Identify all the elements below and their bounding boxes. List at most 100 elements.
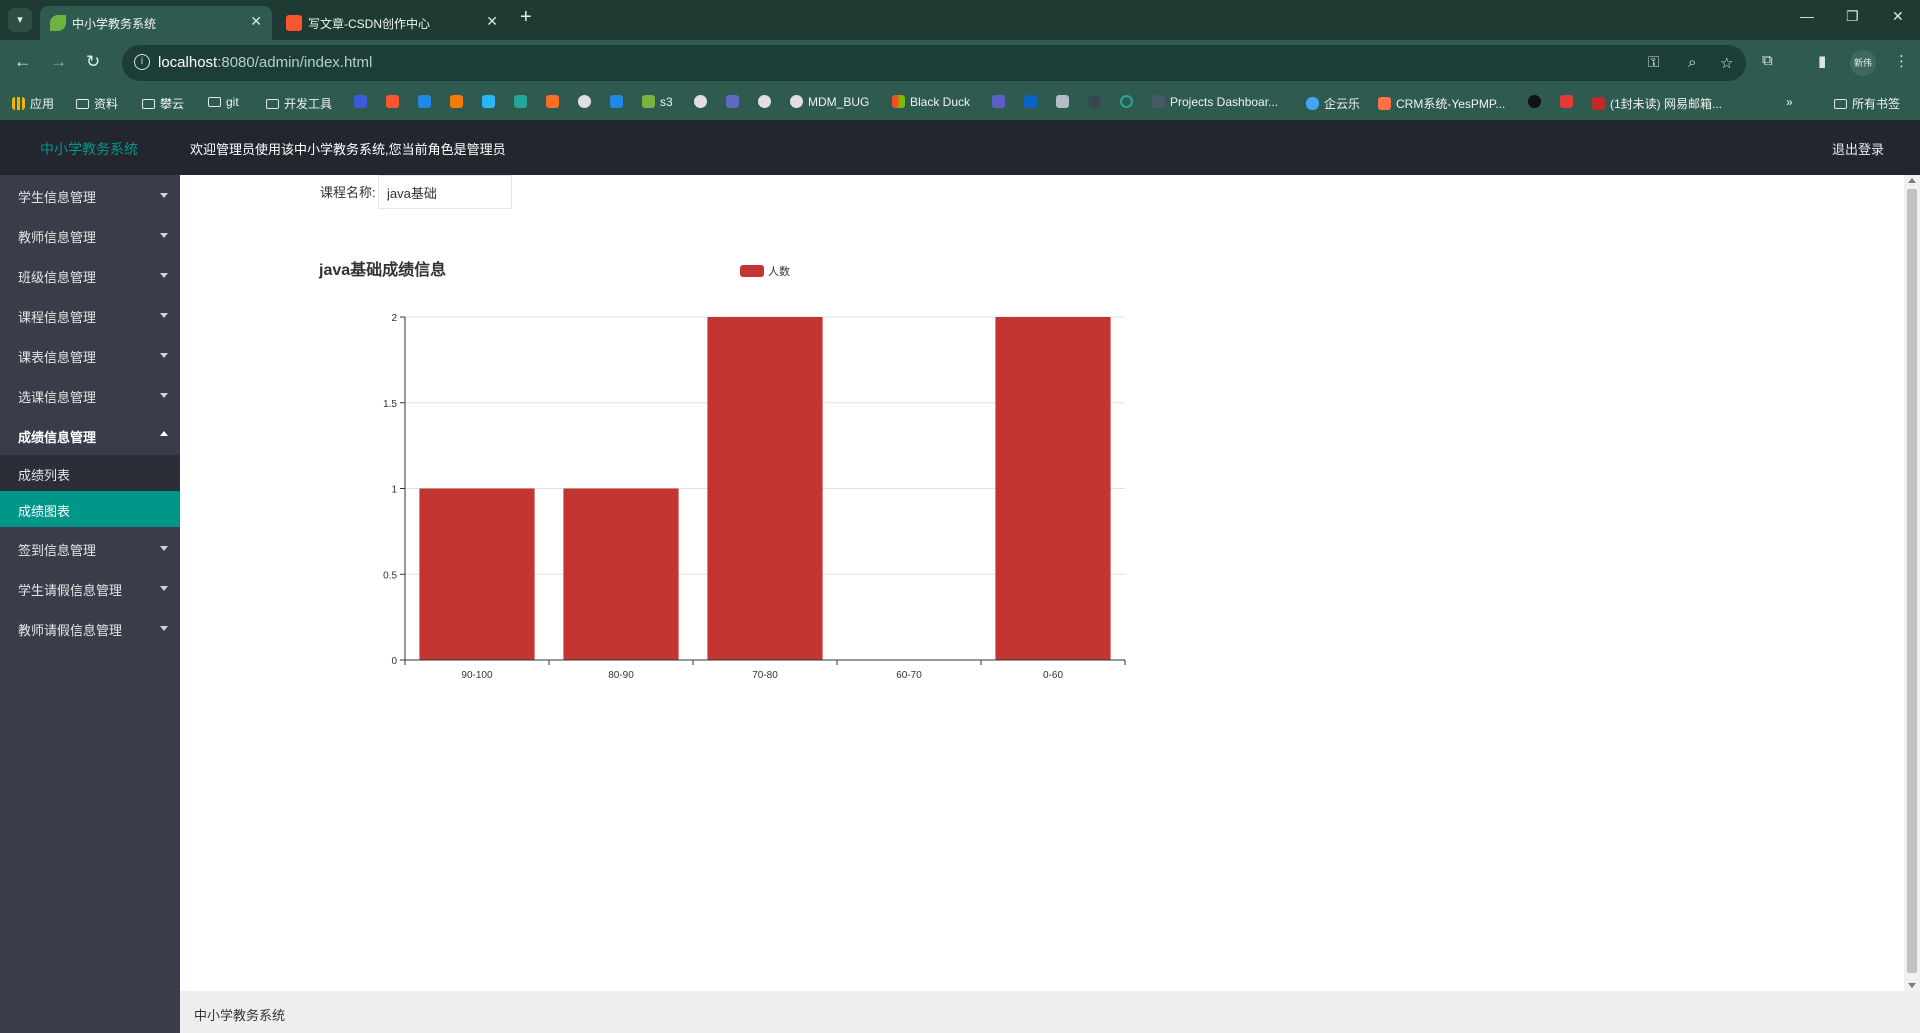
sidebar-subitem-label: 成绩列表 [18, 468, 71, 483]
bookmark-icon-only[interactable] [1560, 95, 1578, 109]
sidebar-item-course[interactable]: 课程信息管理 [0, 295, 180, 335]
chevron-down-icon [160, 233, 168, 238]
folder-icon [266, 99, 279, 109]
sidebar-item-teacher[interactable]: 教师信息管理 [0, 215, 180, 255]
chart-title: java基础成绩信息 [318, 260, 446, 279]
bookmark-icon-only[interactable] [354, 95, 372, 109]
bookmark-apps[interactable]: 应用 [12, 95, 54, 112]
youdao-icon [1560, 95, 1573, 108]
bookmark-icon-only[interactable] [1528, 95, 1546, 109]
sidebar-item-student[interactable]: 学生信息管理 [0, 175, 180, 215]
logout-link[interactable]: 退出登录 [1832, 139, 1884, 158]
chevron-down-icon [160, 626, 168, 631]
back-icon[interactable]: ← [14, 52, 31, 72]
chevron-down-icon [160, 353, 168, 358]
sidebar-item-label: 学生信息管理 [18, 190, 97, 205]
bookmark-icon-only[interactable] [758, 95, 776, 109]
all-bookmarks[interactable]: 所有书签 [1834, 95, 1900, 112]
bookmark-icon-only[interactable] [1056, 95, 1074, 109]
bookmark-icon-only[interactable] [386, 95, 404, 109]
sidebar-item-signin[interactable]: 签到信息管理 [0, 528, 180, 568]
bookmark-icon-only[interactable] [418, 95, 436, 109]
sidebar-item-label: 教师请假信息管理 [18, 623, 123, 638]
bookmark-icon-only[interactable] [450, 95, 468, 109]
scrollbar-thumb[interactable] [1907, 189, 1917, 973]
bookmark-icon-only[interactable] [1088, 95, 1106, 109]
browser-tab-active[interactable]: 中小学教务系统 ✕ [40, 6, 272, 40]
sidebar-item-selection[interactable]: 选课信息管理 [0, 375, 180, 415]
sidebar-subitem-grade-list[interactable]: 成绩列表 [0, 455, 180, 491]
bookmark-folder[interactable]: 资料 [76, 95, 118, 112]
side-panel-icon[interactable]: ▮ [1818, 52, 1826, 70]
close-tab-icon[interactable]: ✕ [486, 13, 498, 30]
bookmark-folder[interactable]: 开发工具 [266, 95, 332, 112]
tab-search-icon[interactable]: ▾ [8, 8, 32, 32]
bookmark-black-duck[interactable]: Black Duck [892, 95, 970, 109]
course-name-input[interactable] [378, 175, 512, 209]
bookmark-crm[interactable]: CRM系统-YesPMP... [1378, 95, 1505, 112]
bookmark-mdm-bug[interactable]: MDM_BUG [790, 95, 869, 109]
bookmarks-bar: 应用 资料 攀云 git 开发工具 s3 MDM_BUG Black Duck … [0, 86, 1920, 120]
restore-icon[interactable]: ❐ [1846, 8, 1859, 25]
folder-icon [1834, 99, 1847, 109]
url-input[interactable]: i localhost:8080/admin/index.html ⚿ ⌕ ☆ [122, 45, 1746, 81]
bookmark-qiyunle[interactable]: 企云乐 [1306, 95, 1360, 112]
x-tick-label: 70-80 [752, 670, 778, 681]
bookmark-folder[interactable]: git [208, 95, 239, 109]
password-key-icon[interactable]: ⚿ [1648, 54, 1659, 71]
bookmark-icon-only[interactable] [992, 95, 1010, 109]
reload-icon[interactable]: ↻ [86, 52, 100, 72]
onenote-icon [610, 95, 623, 108]
bookmark-icon-only[interactable] [514, 95, 532, 109]
bookmark-label: (1封未读) 网易邮箱... [1610, 97, 1723, 111]
sidebar-item-student-leave[interactable]: 学生请假信息管理 [0, 568, 180, 608]
bookmark-icon-only[interactable] [482, 95, 500, 109]
profile-avatar[interactable]: 新伟 [1850, 50, 1876, 76]
bookmark-icon-only[interactable] [726, 95, 744, 109]
y-tick-label: 1 [391, 485, 397, 496]
y-tick-label: 0 [391, 656, 397, 667]
bookmark-label: 资料 [94, 97, 119, 111]
bookmark-icon-only[interactable] [1024, 95, 1042, 109]
sidebar-item-grades[interactable]: 成绩信息管理 [0, 415, 180, 455]
bookmark-star-icon[interactable]: ☆ [1720, 54, 1733, 72]
app-logo[interactable]: 中小学教务系统 [40, 139, 138, 159]
close-tab-icon[interactable]: ✕ [250, 13, 262, 30]
content-scrollbar[interactable] [1904, 175, 1920, 991]
forward-icon[interactable]: → [50, 52, 67, 72]
bookmark-folder[interactable]: 攀云 [142, 95, 184, 112]
scroll-up-icon[interactable] [1908, 178, 1916, 183]
tab-title: 写文章-CSDN创作中心 [308, 17, 430, 31]
bookmark-netease-mail[interactable]: (1封未读) 网易邮箱... [1592, 95, 1722, 112]
site-icon [450, 95, 463, 108]
browser-tab[interactable]: 写文章-CSDN创作中心 ✕ [276, 6, 508, 40]
bookmark-icon-only[interactable] [610, 95, 628, 109]
extensions-icon[interactable]: ⧉ [1762, 52, 1773, 69]
bookmark-s3[interactable]: s3 [642, 95, 673, 109]
sidebar-subitem-grade-chart[interactable]: 成绩图表 [0, 491, 180, 527]
bookmark-icon-only[interactable] [694, 95, 712, 109]
scroll-down-icon[interactable] [1908, 983, 1916, 988]
minimize-icon[interactable]: — [1800, 8, 1814, 24]
bookmark-icon-only[interactable] [1120, 95, 1138, 109]
more-bookmarks-icon[interactable]: » [1786, 95, 1793, 109]
sidebar-item-teacher-leave[interactable]: 教师请假信息管理 [0, 608, 180, 648]
bookmark-projects-dashboard[interactable]: Projects Dashboar... [1152, 95, 1278, 109]
site-info-icon[interactable]: i [134, 54, 150, 70]
zoom-icon[interactable]: ⌕ [1688, 54, 1696, 71]
url-host: localhost [158, 54, 218, 71]
bar [563, 488, 679, 660]
sidebar-item-class[interactable]: 班级信息管理 [0, 255, 180, 295]
menu-icon[interactable]: ⋮ [1894, 52, 1909, 70]
tab-title: 中小学教务系统 [72, 17, 157, 31]
url-text: localhost:8080/admin/index.html [158, 54, 372, 71]
chevron-down-icon [160, 193, 168, 198]
bookmark-icon-only[interactable] [546, 95, 564, 109]
close-window-icon[interactable]: ✕ [1892, 8, 1904, 25]
new-tab-icon[interactable]: + [520, 6, 532, 29]
sidebar-item-schedule[interactable]: 课表信息管理 [0, 335, 180, 375]
bookmark-icon-only[interactable] [578, 95, 596, 109]
chevron-down-icon [160, 546, 168, 551]
legend-label: 人数 [768, 265, 790, 278]
bookmark-label: 应用 [30, 97, 55, 111]
